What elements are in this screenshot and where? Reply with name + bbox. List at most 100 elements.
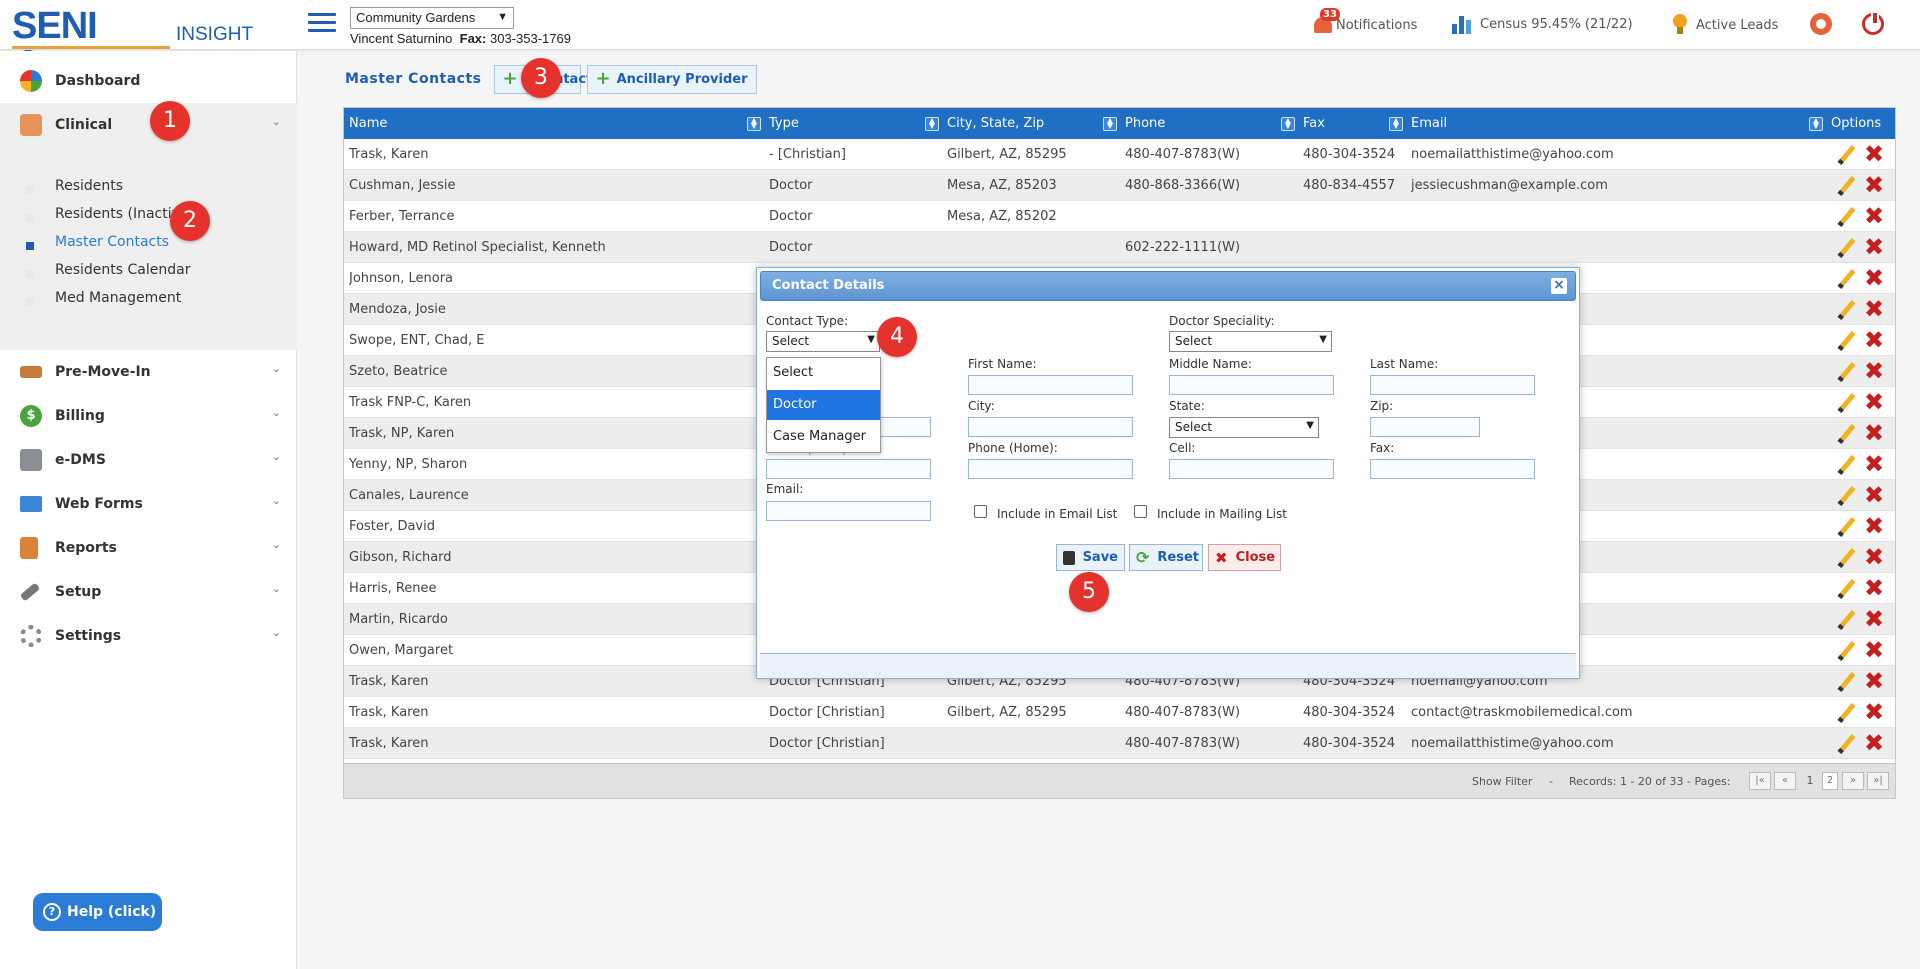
sidebar-subitem-master-contacts[interactable]: Master Contacts bbox=[55, 234, 169, 250]
save-button[interactable]: Save bbox=[1056, 544, 1125, 571]
delete-icon[interactable]: ✖ bbox=[1864, 545, 1886, 569]
sidebar-item-settings[interactable]: Settings ⌄ bbox=[0, 614, 297, 658]
show-filter-link[interactable]: Show Filter bbox=[1472, 775, 1532, 788]
table-row[interactable]: Howard, MD Retinol Specialist, Kenneth Do… bbox=[344, 232, 1895, 263]
option-case-manager[interactable]: Case Manager bbox=[767, 422, 880, 452]
delete-icon[interactable]: ✖ bbox=[1864, 235, 1886, 259]
contact-type-select[interactable]: Select ▼ bbox=[766, 331, 880, 352]
phone-home-field[interactable] bbox=[968, 459, 1133, 479]
notifications-link[interactable]: 33 Notifications bbox=[1312, 8, 1417, 36]
last-page-icon[interactable]: »| bbox=[1867, 772, 1889, 790]
sidebar-subitem-residents[interactable]: Residents bbox=[55, 178, 123, 194]
sidebar-item-reports[interactable]: Reports ⌄ bbox=[0, 526, 297, 570]
delete-icon[interactable]: ✖ bbox=[1864, 142, 1886, 166]
sort-icon[interactable]: ▲ ▼ bbox=[1103, 117, 1117, 131]
edit-pencil-icon[interactable] bbox=[1837, 703, 1855, 721]
edit-pencil-icon[interactable] bbox=[1837, 207, 1855, 225]
first-name-field[interactable] bbox=[968, 375, 1133, 395]
add-ancillary-provider-button[interactable]: + Ancillary Provider bbox=[586, 64, 757, 94]
sort-icon[interactable]: ▲ ▼ bbox=[925, 117, 939, 131]
include-email-checkbox[interactable] bbox=[974, 505, 987, 518]
sidebar-item-e-dms[interactable]: e-DMS ⌄ bbox=[0, 438, 297, 482]
table-row[interactable]: Trask, Karen Doctor [Christian] Gilbert, A… bbox=[344, 697, 1895, 728]
column-header-city[interactable]: City, State, Zip bbox=[947, 108, 1044, 139]
delete-icon[interactable]: ✖ bbox=[1864, 638, 1886, 662]
sort-icon[interactable]: ▲ ▼ bbox=[747, 117, 761, 131]
table-row[interactable]: Trask, Karen Doctor [Christian] 480-407-87… bbox=[344, 728, 1895, 759]
delete-icon[interactable]: ✖ bbox=[1864, 173, 1886, 197]
edit-pencil-icon[interactable] bbox=[1837, 548, 1855, 566]
edit-pencil-icon[interactable] bbox=[1837, 424, 1855, 442]
delete-icon[interactable]: ✖ bbox=[1864, 359, 1886, 383]
page-link-1[interactable]: 1 bbox=[1802, 772, 1818, 790]
edit-pencil-icon[interactable] bbox=[1837, 455, 1855, 473]
page-link-2[interactable]: 2 bbox=[1822, 772, 1838, 790]
edit-pencil-icon[interactable] bbox=[1837, 672, 1855, 690]
column-header-phone[interactable]: Phone bbox=[1125, 108, 1165, 139]
sort-icon[interactable]: ▲ ▼ bbox=[1809, 117, 1823, 131]
middle-name-field[interactable] bbox=[1169, 375, 1334, 395]
last-name-field[interactable] bbox=[1370, 375, 1535, 395]
table-row[interactable]: Ferber, Terrance Doctor Mesa, AZ, 85202 ✖ bbox=[344, 201, 1895, 232]
sidebar-item-dashboard[interactable]: Dashboard bbox=[0, 59, 297, 103]
facility-select[interactable]: Community Gardens ▼ bbox=[350, 7, 514, 29]
delete-icon[interactable]: ✖ bbox=[1864, 576, 1886, 600]
sort-icon[interactable]: ▲ ▼ bbox=[1389, 117, 1403, 131]
sidebar-item-pre-move-in[interactable]: Pre-Move-In ⌄ bbox=[0, 350, 297, 394]
column-header-type[interactable]: Type bbox=[769, 108, 799, 139]
edit-pencil-icon[interactable] bbox=[1837, 269, 1855, 287]
active-leads-link[interactable]: Active Leads bbox=[1672, 14, 1778, 36]
option-doctor[interactable]: Doctor bbox=[767, 390, 880, 420]
sidebar-item-web-forms[interactable]: Web Forms ⌄ bbox=[0, 482, 297, 526]
delete-icon[interactable]: ✖ bbox=[1864, 421, 1886, 445]
column-header-fax[interactable]: Fax bbox=[1303, 108, 1325, 139]
close-icon[interactable]: × bbox=[1551, 278, 1567, 294]
next-page-icon[interactable]: » bbox=[1842, 772, 1864, 790]
delete-icon[interactable]: ✖ bbox=[1864, 266, 1886, 290]
edit-pencil-icon[interactable] bbox=[1837, 393, 1855, 411]
lifebuoy-icon[interactable] bbox=[1810, 13, 1832, 35]
delete-icon[interactable]: ✖ bbox=[1864, 700, 1886, 724]
edit-pencil-icon[interactable] bbox=[1837, 486, 1855, 504]
doctor-speciality-select[interactable]: Select ▼ bbox=[1169, 331, 1332, 352]
census-link[interactable]: Census 95.45% (21/22) bbox=[1452, 14, 1633, 34]
email-field[interactable] bbox=[766, 501, 931, 521]
edit-pencil-icon[interactable] bbox=[1837, 734, 1855, 752]
sidebar-subitem-med-management[interactable]: Med Management bbox=[55, 290, 181, 306]
table-row[interactable]: Cushman, Jessie Doctor Mesa, AZ, 85203 480-… bbox=[344, 170, 1895, 201]
sidebar-item-setup[interactable]: Setup ⌄ bbox=[0, 570, 297, 614]
reset-button[interactable]: ⟳ Reset bbox=[1129, 544, 1203, 571]
column-header-email[interactable]: Email bbox=[1411, 108, 1447, 139]
help-button[interactable]: ? Help (click) bbox=[33, 893, 162, 931]
edit-pencil-icon[interactable] bbox=[1837, 610, 1855, 628]
option-select[interactable]: Select bbox=[767, 358, 880, 388]
prev-page-icon[interactable]: « bbox=[1774, 772, 1796, 790]
edit-pencil-icon[interactable] bbox=[1837, 300, 1855, 318]
edit-pencil-icon[interactable] bbox=[1837, 579, 1855, 597]
delete-icon[interactable]: ✖ bbox=[1864, 483, 1886, 507]
power-icon[interactable] bbox=[1862, 11, 1884, 35]
sidebar-item-billing[interactable]: $ Billing ⌄ bbox=[0, 394, 297, 438]
delete-icon[interactable]: ✖ bbox=[1864, 669, 1886, 693]
sort-icon[interactable]: ▲ ▼ bbox=[1281, 117, 1295, 131]
column-header-name[interactable]: Name bbox=[349, 108, 387, 139]
cell-field[interactable] bbox=[1169, 459, 1334, 479]
delete-icon[interactable]: ✖ bbox=[1864, 328, 1886, 352]
edit-pencil-icon[interactable] bbox=[1837, 145, 1855, 163]
close-button[interactable]: ✖ Close bbox=[1208, 544, 1281, 571]
edit-pencil-icon[interactable] bbox=[1837, 238, 1855, 256]
delete-icon[interactable]: ✖ bbox=[1864, 731, 1886, 755]
phone-work-field[interactable] bbox=[766, 459, 931, 479]
edit-pencil-icon[interactable] bbox=[1837, 362, 1855, 380]
city-field[interactable] bbox=[968, 417, 1133, 437]
delete-icon[interactable]: ✖ bbox=[1864, 607, 1886, 631]
fax-field[interactable] bbox=[1370, 459, 1535, 479]
delete-icon[interactable]: ✖ bbox=[1864, 452, 1886, 476]
first-page-icon[interactable]: |« bbox=[1749, 772, 1771, 790]
edit-pencil-icon[interactable] bbox=[1837, 641, 1855, 659]
include-mailing-checkbox[interactable] bbox=[1134, 505, 1147, 518]
edit-pencil-icon[interactable] bbox=[1837, 176, 1855, 194]
sidebar-item-clinical[interactable]: Clinical ⌄ bbox=[0, 103, 297, 147]
delete-icon[interactable]: ✖ bbox=[1864, 204, 1886, 228]
menu-toggle-icon[interactable] bbox=[308, 13, 336, 35]
